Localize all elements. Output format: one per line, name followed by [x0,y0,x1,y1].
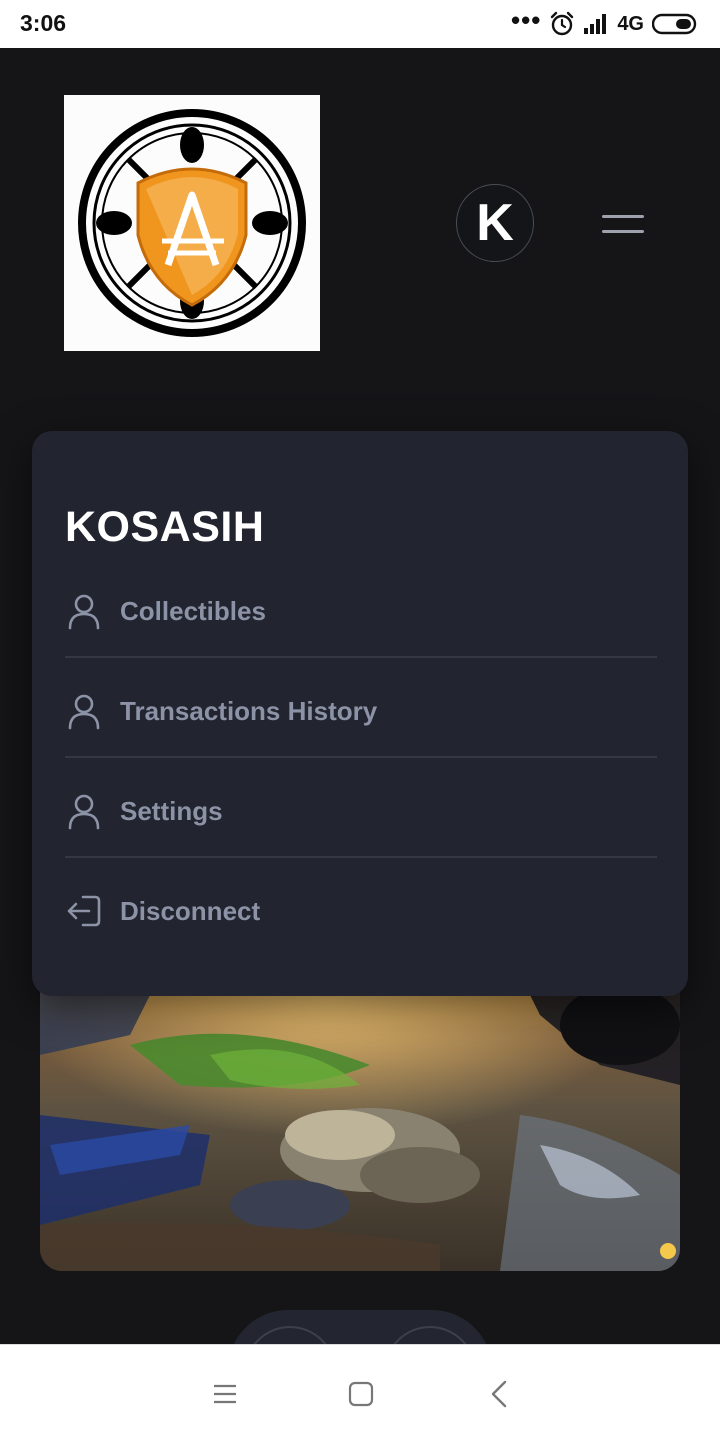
notification-dots: ••• [511,4,542,35]
menu-item-label: Collectibles [120,595,266,626]
menu-item-label: Disconnect [120,895,261,926]
user-icon [68,594,100,630]
hamburger-line-bottom [602,230,644,233]
menu-divider [65,656,657,658]
battery-icon [652,13,697,35]
avatar-letter: K [476,194,514,252]
signal-icon [584,14,607,34]
alarm-icon [551,11,574,36]
menu-item-disconnect[interactable]: Disconnect [65,861,655,961]
status-icons: ••• 4G [511,4,700,40]
menu-item-settings[interactable]: Settings [65,761,655,861]
menu-divider [65,856,657,858]
status-bar: 3:06 ••• 4G [0,0,720,48]
home-icon[interactable] [336,1369,386,1419]
recent-apps-icon[interactable] [200,1369,250,1419]
menu-item-collectibles[interactable]: Collectibles [65,561,655,661]
hamburger-icon[interactable] [602,212,646,236]
menu-item-transactions-history[interactable]: Transactions History [65,661,655,761]
shield-compass-logo-icon [78,109,306,337]
menu-item-label: Settings [120,795,223,826]
user-icon [68,694,100,730]
status-time: 3:06 [20,10,67,36]
system-nav-bar [0,1344,720,1441]
menu-item-label: Transactions History [120,695,378,726]
menu-divider [65,756,657,758]
hamburger-line-top [602,215,644,218]
account-menu: KOSASIH Collectibles Transactions Histor… [32,431,688,996]
logout-icon [67,895,101,927]
menu-title: KOSASIH [65,503,265,551]
network-type: 4G [617,12,644,35]
back-icon[interactable] [474,1369,524,1419]
hero-image [40,975,680,1271]
app-logo[interactable] [64,95,320,351]
landscape-image [40,975,680,1271]
avatar[interactable]: K [456,184,534,262]
user-icon [68,794,100,830]
